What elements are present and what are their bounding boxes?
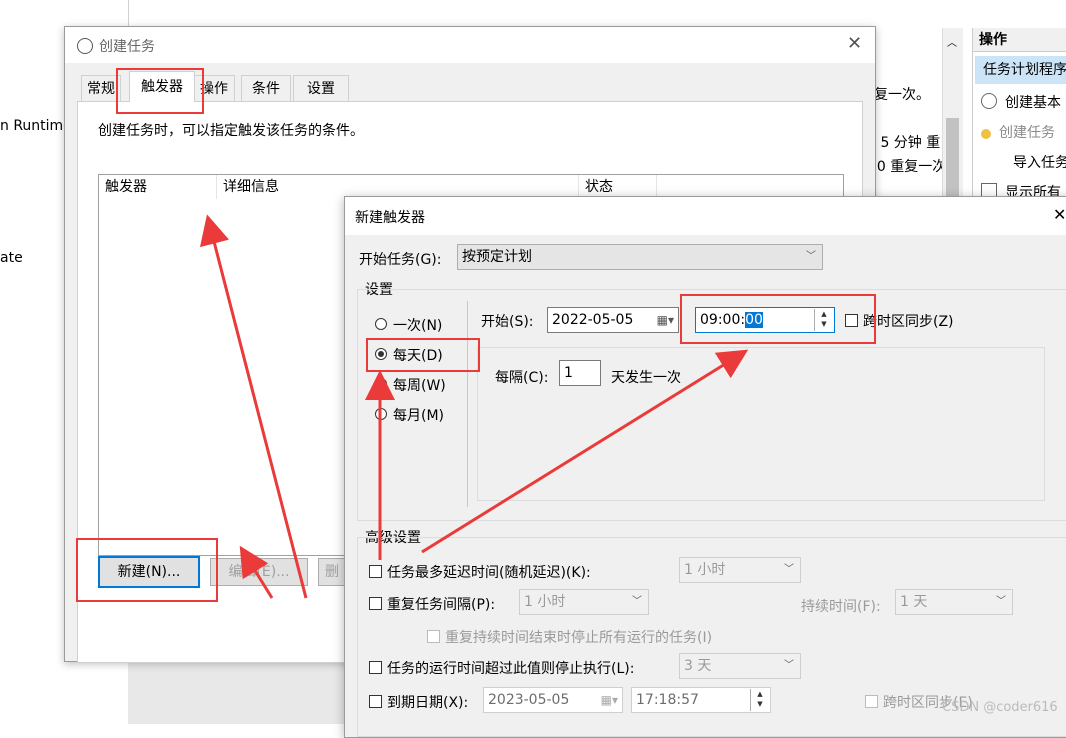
annotation-arrows [199,214,749,599]
arrow-to-new-button [239,545,274,599]
watermark: CSDN @coder616 [942,700,1058,715]
arrow-to-triggers-tab [199,214,308,599]
arrow-to-start-time [421,349,749,554]
tab-triggers[interactable]: 触发器 [129,71,195,102]
